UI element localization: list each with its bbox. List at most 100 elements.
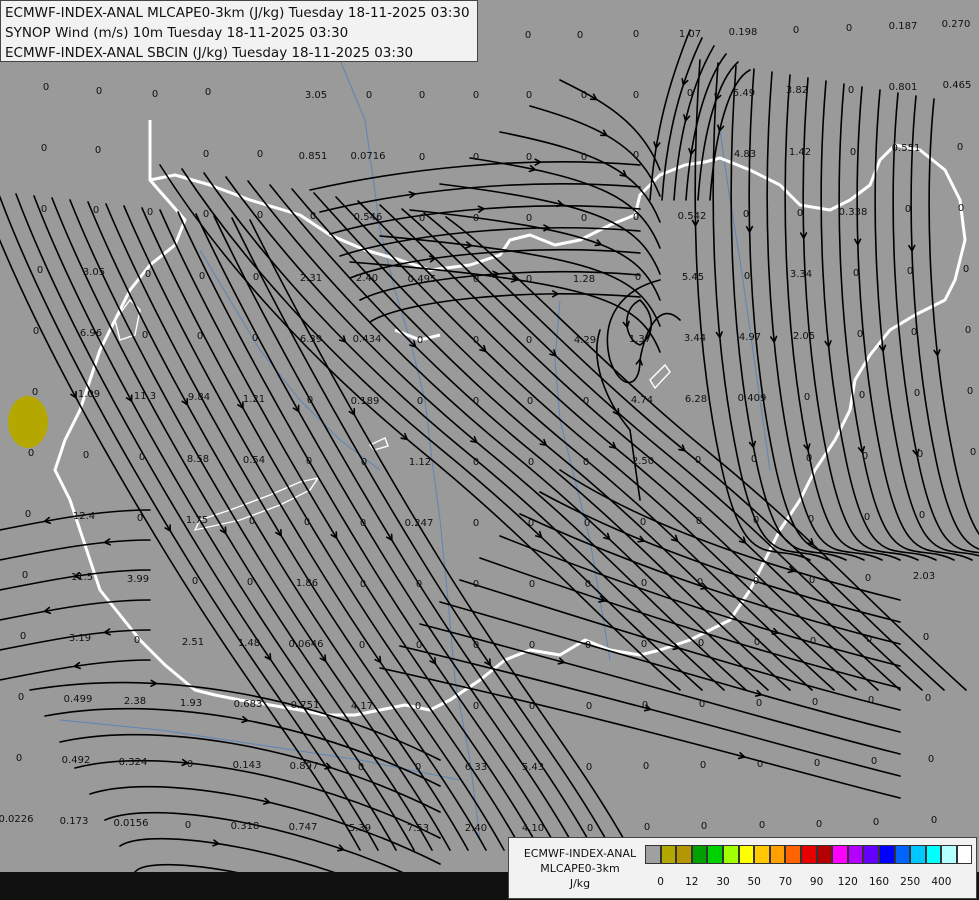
value-label: 0.0226 [0,814,34,825]
value-label: 0 [871,756,877,767]
rivers [59,0,771,841]
value-label: 0.434 [353,334,382,345]
legend-swatch [941,845,957,864]
streamline [694,59,811,561]
value-label: 1.21 [243,394,265,405]
value-label: 0 [361,457,367,468]
legend-swatch [800,845,817,864]
value-label: 0 [417,335,423,346]
value-label: 0.270 [942,19,971,30]
value-label: 0 [360,518,366,529]
value-label: 1.07 [679,29,701,40]
value-label: 0 [134,635,140,646]
value-label: 3.05 [305,90,327,101]
value-label: 11.3 [134,391,156,402]
value-labels: 0 0 0 0 3.05 0 0 0 0 0 0 0 5.49 3.82 0 0.801 0.465 0 0 0 0 0.… [0,19,976,834]
value-label: 0 [252,333,258,344]
value-label: 0 [137,513,143,524]
value-label: 0 [914,388,920,399]
value-label: 0 [587,823,593,834]
value-label: 0 [585,579,591,590]
streamline [439,183,661,275]
value-label: 6.96 [80,328,102,339]
value-label: 0 [808,514,814,525]
value-label: 1.37 [629,334,651,345]
legend-swatch [738,845,755,864]
value-label: 0 [473,90,479,101]
value-label: 8.58 [187,454,209,465]
title-line-cin: ECMWF-INDEX-ANAL SBCIN (J/kg) Tuesday 18… [5,45,414,61]
streamline [519,513,901,645]
value-label: 4.29 [574,335,596,346]
value-label: 0 [970,447,976,458]
value-label: 0 [581,213,587,224]
value-label: 0 [257,210,263,221]
value-label: 2.50 [632,456,654,467]
legend-swatch [754,845,770,864]
value-label: 0 [96,86,102,97]
value-label: 0 [868,695,874,706]
value-label: 4.10 [522,823,544,834]
value-label: 0 [28,448,34,459]
value-label: 0 [32,387,38,398]
value-label: 0 [93,205,99,216]
legend-label-unit: J/kg [569,877,591,890]
legend-swatch [785,845,801,864]
river [554,299,611,661]
value-label: 0.143 [233,760,262,771]
value-label: 0 [43,82,49,93]
value-label: 0 [965,325,971,336]
river [59,719,461,781]
value-label: 0 [699,699,705,710]
value-label: 0 [641,578,647,589]
streamline [247,180,769,691]
legend-tick: 400 [931,876,952,888]
value-label: 0 [152,89,158,100]
value-label: 0 [41,204,47,215]
value-label: 3.34 [790,269,812,280]
value-label: 0 [526,213,532,224]
value-label: 0 [797,208,803,219]
value-label: 2.03 [913,571,935,582]
value-label: 0 [865,573,871,584]
streamline [559,79,661,171]
legend-tick: 30 [716,876,730,888]
value-label: 0 [846,23,852,34]
value-label: 0.187 [889,21,918,32]
legend-swatch [769,845,786,864]
value-label: 0 [695,455,701,466]
lake-outline [193,476,320,532]
value-label: 1.28 [573,274,595,285]
legend-swatch [660,845,677,864]
value-label: 0 [83,450,89,461]
value-label: 0 [37,265,43,276]
value-label: 2.31 [300,273,322,284]
weather-map: 0 0 0 0 3.05 0 0 0 0 0 0 0 5.49 3.82 0 0.801 0.465 0 0 0 0 0.… [0,0,979,900]
value-label: 0 [759,820,765,831]
streamline [673,45,715,201]
value-label: 0 [473,396,479,407]
legend-swatch [910,845,926,864]
value-label: 2.40 [465,823,487,834]
value-label: 0 [203,149,209,160]
value-label: 0 [199,271,205,282]
value-label: 0 [633,29,639,40]
streamline [479,557,901,689]
value-label: 5.43 [522,762,544,773]
value-label: 0.318 [231,821,260,832]
value-label: 4.83 [734,149,756,160]
value-label: 0 [529,579,535,590]
value-label: 0 [814,758,820,769]
color-legend: ECMWF-INDEX-ANAL MLCAPE0-3km J/kg 0 12 30 5… [508,837,977,899]
value-label: 0 [923,632,929,643]
value-label: 6.28 [685,394,707,405]
value-label: 0 [526,274,532,285]
value-label: 1.42 [789,147,811,158]
value-label: 1.86 [296,578,318,589]
value-label: 0 [526,90,532,101]
value-label: 0.546 [354,212,383,223]
streamline [874,89,979,557]
value-label: 6.39 [300,334,322,345]
value-label: 0 [358,762,364,773]
value-label: 0 [864,512,870,523]
